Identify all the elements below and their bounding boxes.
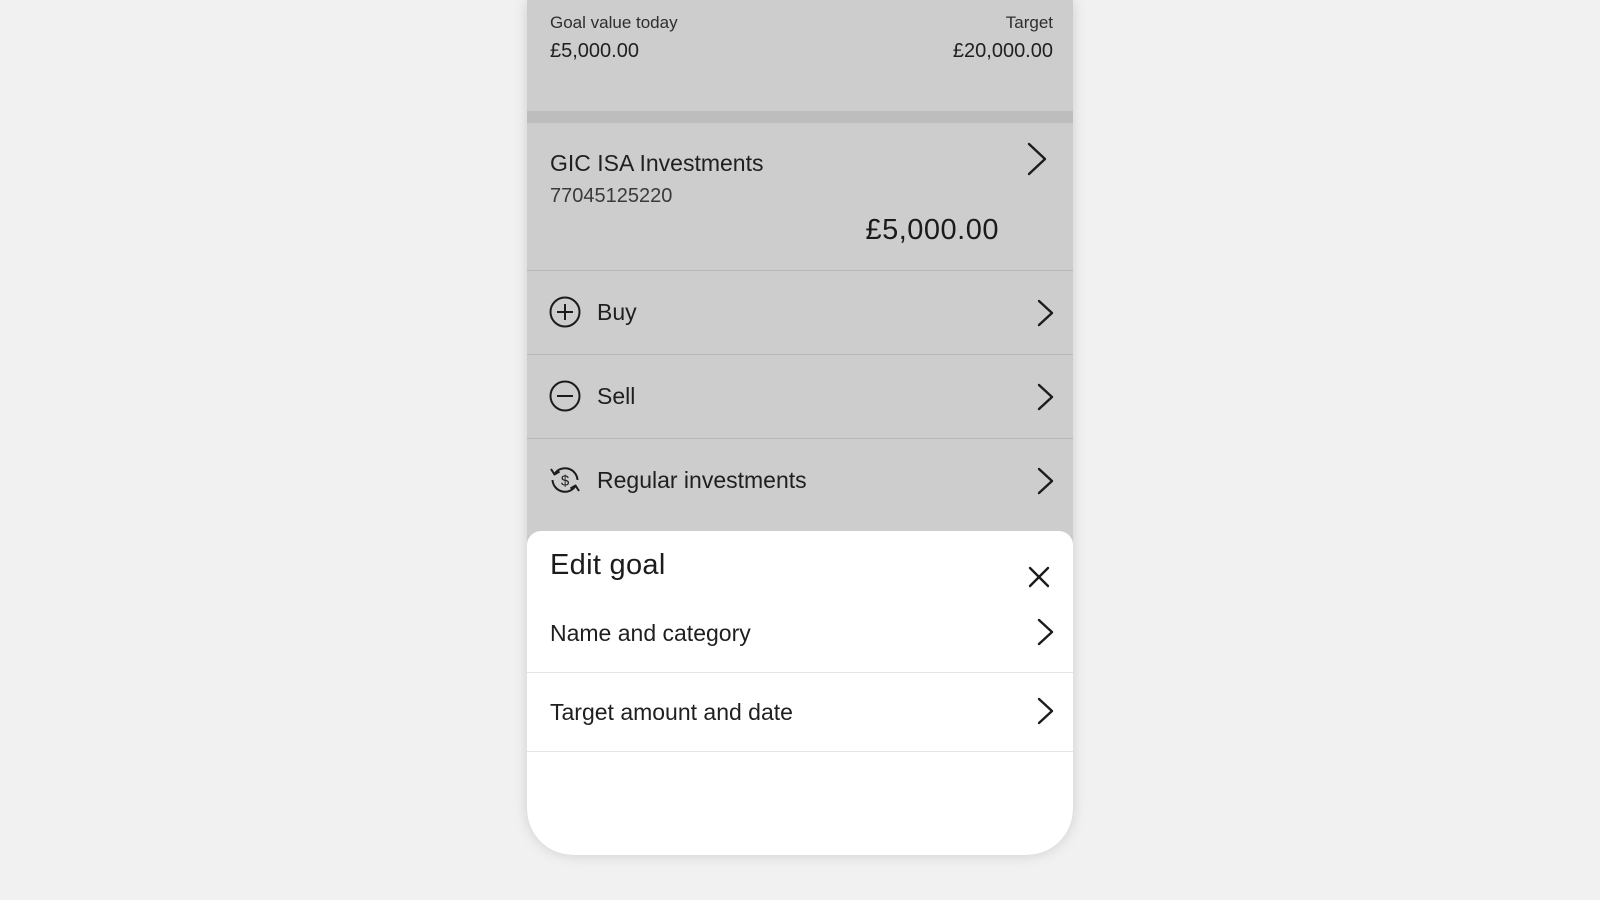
target-amount-and-date-label: Target amount and date — [550, 699, 793, 725]
chevron-right-icon — [1035, 298, 1055, 328]
minus-circle-icon — [548, 379, 582, 413]
chevron-right-icon[interactable] — [1025, 141, 1049, 177]
chevron-right-icon — [1035, 617, 1055, 647]
sell-row[interactable]: Sell — [527, 355, 1073, 439]
goal-value-today: Goal value today £5,000.00 — [550, 13, 678, 63]
phone-screen: Goal value today £5,000.00 Target £20,00… — [527, 0, 1073, 855]
buy-row[interactable]: Buy — [527, 271, 1073, 355]
svg-text:$: $ — [561, 473, 570, 490]
sell-label: Sell — [597, 383, 636, 409]
name-and-category-item[interactable]: Name and category — [527, 594, 1073, 673]
account-card[interactable]: GIC ISA Investments 77045125220 £5,000.0… — [527, 123, 1073, 271]
account-number: 77045125220 — [550, 185, 673, 207]
name-and-category-label: Name and category — [550, 620, 751, 646]
goal-summary: Goal value today £5,000.00 Target £20,00… — [527, 0, 1073, 111]
goal-value-today-label: Goal value today — [550, 13, 678, 32]
edit-goal-sheet: Edit goal Name and category Target amoun… — [527, 531, 1073, 855]
recurring-dollar-icon: $ — [548, 463, 582, 497]
goal-target-amount: £20,000.00 — [952, 40, 1053, 62]
plus-circle-icon — [548, 295, 582, 329]
chevron-right-icon — [1035, 466, 1055, 496]
goal-value-today-amount: £5,000.00 — [550, 40, 639, 62]
account-name: GIC ISA Investments — [550, 150, 764, 176]
target-amount-and-date-item[interactable]: Target amount and date — [527, 673, 1073, 752]
regular-investments-label: Regular investments — [597, 467, 807, 493]
chevron-right-icon — [1035, 696, 1055, 726]
chevron-right-icon — [1035, 382, 1055, 412]
section-divider — [527, 111, 1073, 123]
goal-target: Target £20,000.00 — [953, 13, 1053, 63]
buy-label: Buy — [597, 299, 637, 325]
goal-target-label: Target — [1005, 13, 1053, 32]
close-icon[interactable] — [1025, 563, 1053, 591]
account-balance: £5,000.00 — [865, 214, 999, 246]
sheet-title: Edit goal — [550, 549, 666, 581]
regular-investments-row[interactable]: $ Regular investments — [527, 439, 1073, 522]
